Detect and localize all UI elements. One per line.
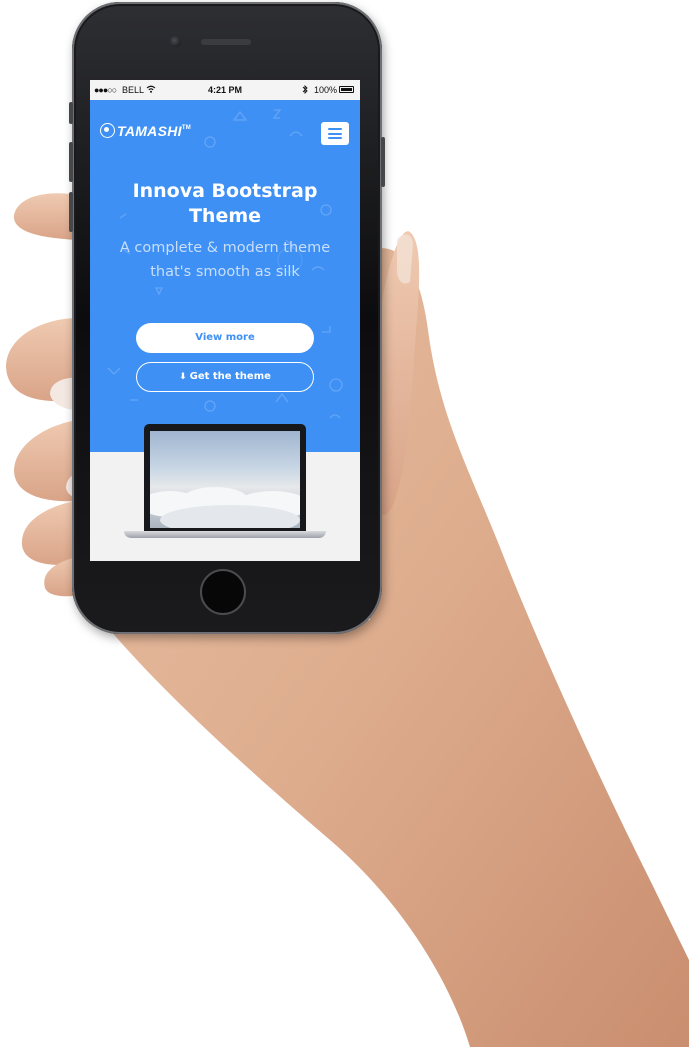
volume-down-button [69, 192, 73, 232]
volume-up-button [69, 142, 73, 182]
front-camera-icon [170, 36, 181, 47]
trademark-mark: TM [181, 125, 192, 131]
laptop-base [124, 531, 326, 538]
get-theme-label: Get the theme [189, 371, 271, 382]
laptop-lid [144, 424, 306, 533]
phone-device: ●●●○○ BELL 4:21 PM 100% TAMASHITM Innova… [69, 2, 385, 634]
power-button [381, 137, 385, 187]
earpiece-speaker [201, 39, 251, 45]
status-bar: ●●●○○ BELL 4:21 PM 100% [90, 80, 360, 100]
view-more-label: View more [195, 332, 255, 343]
view-more-button[interactable]: View more [136, 323, 314, 353]
logo-mark-icon [100, 123, 115, 138]
battery-icon [339, 86, 354, 93]
bluetooth-icon [302, 84, 308, 96]
hamburger-menu-icon[interactable] [321, 122, 349, 145]
brand-logo[interactable]: TAMASHITM [100, 123, 191, 139]
battery-percent: 100% [314, 85, 338, 95]
mute-switch [69, 102, 73, 124]
get-the-theme-button[interactable]: ⬇ Get the theme [136, 362, 314, 392]
download-icon: ⬇ [179, 372, 187, 382]
laptop-screen-clouds [150, 431, 300, 528]
hero-section: TAMASHITM Innova Bootstrap Theme A compl… [90, 100, 360, 452]
laptop-mockup-image [124, 424, 326, 544]
phone-screen: ●●●○○ BELL 4:21 PM 100% TAMASHITM Innova… [90, 80, 360, 561]
logo-text: TAMASHI [117, 123, 182, 139]
hero-title: Innova Bootstrap Theme [132, 180, 318, 227]
hero-subtitle: A complete & modern theme that's smooth … [119, 240, 331, 280]
home-button[interactable] [200, 569, 246, 615]
